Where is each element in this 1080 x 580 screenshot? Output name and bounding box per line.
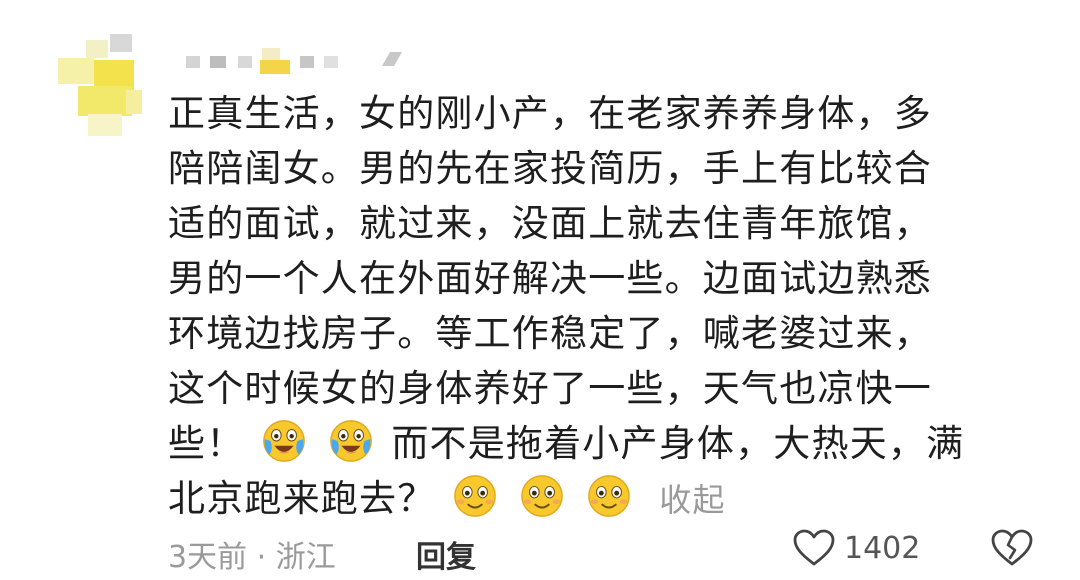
avatar-pixel	[58, 58, 94, 84]
username-pixel	[238, 56, 252, 68]
timestamp-location: 3天前 · 浙江	[168, 540, 336, 575]
avatar-pixel	[110, 34, 132, 52]
comment-body: 正真生活，女的刚小产，在老家养养身体，多 陪陪闺女。男的先在家投简历，手上有比较…	[168, 86, 1038, 526]
username-pixel	[324, 56, 338, 68]
comment-line: 北京跑来跑去？ 收起	[168, 471, 1038, 526]
username[interactable]	[180, 46, 420, 80]
comment-line: 环境边找房子。等工作稳定了，喊老婆过来，	[168, 312, 932, 355]
like-count: 1402	[844, 530, 921, 566]
comment-line: 正真生活，女的刚小产，在老家养养身体，多	[168, 92, 932, 135]
avatar[interactable]	[58, 30, 148, 140]
avatar-pixel	[88, 114, 122, 136]
username-pixel	[186, 56, 200, 68]
like-button[interactable]: 1402	[792, 528, 920, 568]
comment-line: 男的一个人在外面好解决一些。边面试边熟悉	[168, 257, 932, 300]
crying-laughing-emoji-icon	[330, 420, 373, 462]
comment-line: 适的面试，就过来，没面上就去住青年旅馆，	[168, 202, 932, 245]
avatar-pixel	[86, 40, 108, 58]
username-pixel	[260, 60, 290, 74]
crying-laughing-emoji-icon	[263, 420, 306, 462]
username-pixel	[381, 52, 403, 66]
smiling-emoji-icon	[588, 475, 631, 517]
reply-button[interactable]: 回复	[416, 532, 476, 576]
collapse-link[interactable]: 收起	[659, 481, 725, 519]
smiling-emoji-icon	[521, 475, 564, 517]
comment-text: 些！	[168, 422, 245, 465]
username-pixel	[210, 56, 226, 68]
avatar-pixel	[78, 86, 132, 116]
heart-outline-icon	[793, 529, 835, 566]
comment-line: 这个时候女的身体养好了一些，天气也凉快一	[168, 367, 932, 410]
comment-meta-row: 3天前 · 浙江 回复 1402	[168, 528, 1048, 576]
comment-text: 而不是拖着小产身体，大热天，满	[391, 422, 965, 465]
avatar-pixel	[126, 90, 142, 114]
comment-text: 北京跑来跑去？	[168, 477, 436, 520]
broken-heart-icon	[991, 529, 1033, 566]
username-pixel	[300, 56, 314, 68]
dislike-button[interactable]	[990, 528, 1034, 576]
smiling-emoji-icon	[454, 475, 497, 517]
comment-line: 些！ 而不是拖着小产身体，大热天，满	[168, 416, 1038, 471]
comment-line: 陪陪闺女。男的先在家投简历，手上有比较合	[168, 147, 932, 190]
